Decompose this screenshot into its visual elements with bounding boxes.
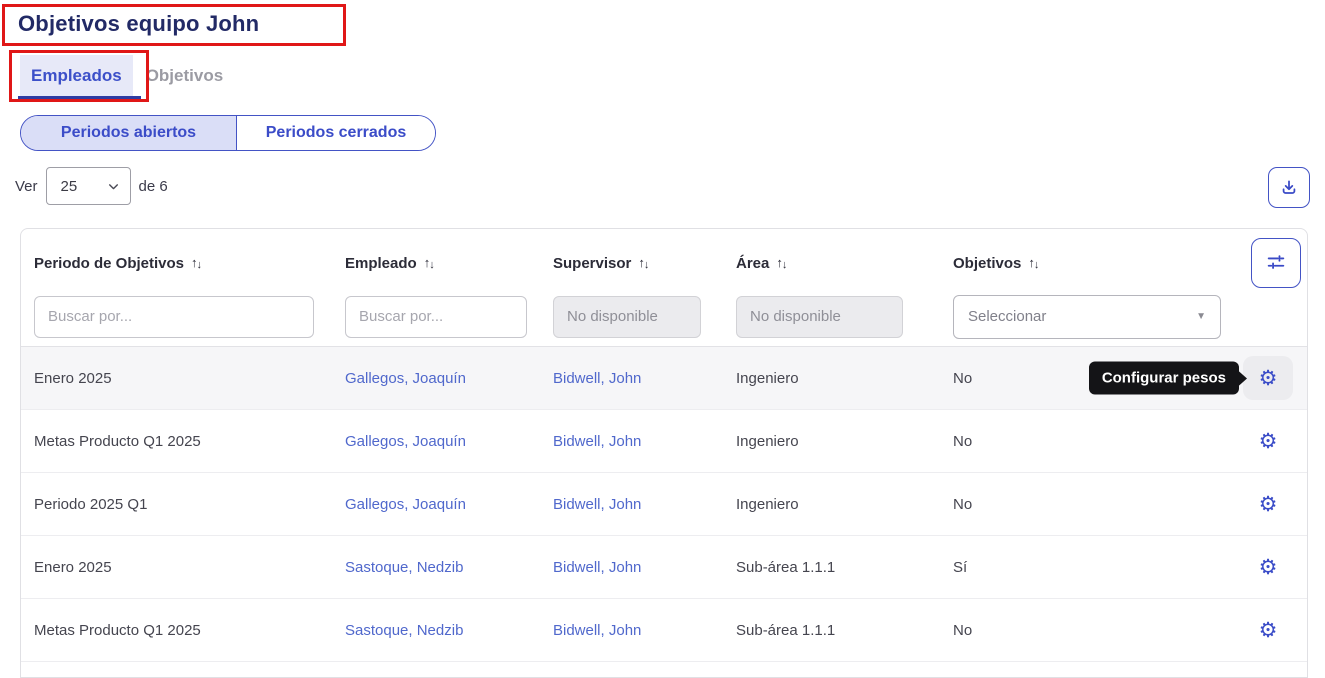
active-tab-underline <box>18 96 141 101</box>
table-row[interactable]: Metas Producto Q1 2025 Gallegos, Joaquín… <box>21 410 1307 473</box>
cell-supervisor-link[interactable]: Bidwell, John <box>541 370 724 387</box>
sort-icon[interactable]: ↑↓ <box>638 256 649 271</box>
cell-supervisor-link[interactable]: Bidwell, John <box>541 496 724 513</box>
gear-icon: ⚙ <box>1259 431 1278 452</box>
download-icon <box>1279 178 1299 198</box>
dropdown-arrow-icon: ▼ <box>1196 311 1206 322</box>
sort-icon[interactable]: ↑↓ <box>776 256 787 271</box>
filter-input-area <box>736 296 903 338</box>
row-actions: ⚙ <box>1241 599 1307 661</box>
cell-area: Ingeniero <box>724 433 941 450</box>
cell-area: Ingeniero <box>724 370 941 387</box>
cell-objetivos: Sí <box>941 559 1241 576</box>
gear-icon: ⚙ <box>1259 557 1278 578</box>
period-toggle: Periodos abiertos Periodos cerrados <box>20 115 436 151</box>
total-count-label: de 6 <box>139 178 168 195</box>
gear-icon: ⚙ <box>1259 368 1278 389</box>
cell-area: Sub-área 1.1.1 <box>724 622 941 639</box>
table-row[interactable]: Enero 2025 Sastoque, Nedzib Bidwell, Joh… <box>21 536 1307 599</box>
sort-icon[interactable]: ↑↓ <box>1028 256 1039 271</box>
chevron-down-icon <box>107 180 120 193</box>
row-actions: Configurar pesos ⚙ <box>1241 347 1307 409</box>
toggle-periodos-cerrados[interactable]: Periodos cerrados <box>237 116 435 150</box>
column-header-empleado[interactable]: Empleado ↑↓ <box>333 255 541 272</box>
filter-input-supervisor <box>553 296 701 338</box>
gear-icon: ⚙ <box>1259 620 1278 641</box>
table-row[interactable]: Metas Producto Q1 2025 Sastoque, Nedzib … <box>21 599 1307 662</box>
cell-area: Sub-área 1.1.1 <box>724 559 941 576</box>
gear-icon: ⚙ <box>1259 494 1278 515</box>
sliders-icon <box>1265 252 1287 274</box>
configure-weights-button[interactable]: ⚙ <box>1243 356 1293 400</box>
page-title: Objetivos equipo John <box>18 11 259 37</box>
configure-weights-button[interactable]: ⚙ <box>1243 482 1293 526</box>
filter-input-periodo[interactable] <box>34 296 314 338</box>
cell-periodo: Enero 2025 <box>21 559 333 576</box>
configure-weights-button[interactable]: ⚙ <box>1243 608 1293 652</box>
table-row[interactable]: Enero 2025 Gallegos, Joaquín Bidwell, Jo… <box>21 347 1307 410</box>
cell-objetivos: No <box>941 433 1241 450</box>
configure-weights-button[interactable]: ⚙ <box>1243 545 1293 589</box>
configure-weights-tooltip: Configurar pesos <box>1089 362 1239 395</box>
cell-periodo: Metas Producto Q1 2025 <box>21 622 333 639</box>
table-filter-row: Seleccionar ▼ <box>21 287 1307 347</box>
cell-empleado-link[interactable]: Sastoque, Nedzib <box>333 559 541 576</box>
cell-supervisor-link[interactable]: Bidwell, John <box>541 622 724 639</box>
sort-icon[interactable]: ↑↓ <box>191 256 202 271</box>
configure-weights-button[interactable]: ⚙ <box>1243 419 1293 463</box>
cell-supervisor-link[interactable]: Bidwell, John <box>541 433 724 450</box>
tab-empleados[interactable]: Empleados <box>20 55 133 97</box>
download-button[interactable] <box>1268 167 1310 208</box>
cell-empleado-link[interactable]: Gallegos, Joaquín <box>333 433 541 450</box>
page: Objetivos equipo John Empleados Objetivo… <box>0 0 1325 678</box>
row-actions: ⚙ <box>1241 473 1307 535</box>
page-size-select[interactable]: 25 <box>46 167 131 205</box>
cell-supervisor-link[interactable]: Bidwell, John <box>541 559 724 576</box>
column-settings-button[interactable] <box>1251 238 1301 288</box>
page-size-value: 25 <box>61 178 78 195</box>
sort-icon[interactable]: ↑↓ <box>424 256 435 271</box>
toggle-periodos-abiertos[interactable]: Periodos abiertos <box>21 116 237 150</box>
ver-label: Ver <box>15 178 38 195</box>
cell-empleado-link[interactable]: Sastoque, Nedzib <box>333 622 541 639</box>
row-actions: ⚙ <box>1241 410 1307 472</box>
cell-periodo: Metas Producto Q1 2025 <box>21 433 333 450</box>
cell-objetivos: No <box>941 622 1241 639</box>
pagination-bar: Ver 25 de 6 <box>15 166 168 206</box>
column-header-supervisor[interactable]: Supervisor ↑↓ <box>541 255 724 272</box>
filter-input-empleado[interactable] <box>345 296 527 338</box>
cell-empleado-link[interactable]: Gallegos, Joaquín <box>333 496 541 513</box>
column-header-area[interactable]: Área ↑↓ <box>724 255 941 272</box>
tab-objetivos[interactable]: Objetivos <box>136 55 233 97</box>
table-row[interactable]: Periodo 2025 Q1 Gallegos, Joaquín Bidwel… <box>21 473 1307 536</box>
row-actions: ⚙ <box>1241 536 1307 598</box>
cell-empleado-link[interactable]: Gallegos, Joaquín <box>333 370 541 387</box>
cell-area: Ingeniero <box>724 496 941 513</box>
partial-row <box>21 662 1307 678</box>
filter-select-objetivos[interactable]: Seleccionar ▼ <box>953 295 1221 339</box>
table-header-row: Periodo de Objetivos ↑↓ Empleado ↑↓ Supe… <box>21 229 1307 287</box>
cell-periodo: Periodo 2025 Q1 <box>21 496 333 513</box>
column-header-periodo[interactable]: Periodo de Objetivos ↑↓ <box>21 255 333 272</box>
tab-bar: Empleados Objetivos <box>20 55 233 97</box>
column-header-objetivos[interactable]: Objetivos ↑↓ <box>941 255 1241 272</box>
cell-objetivos: No <box>941 496 1241 513</box>
cell-periodo: Enero 2025 <box>21 370 333 387</box>
employees-table: Periodo de Objetivos ↑↓ Empleado ↑↓ Supe… <box>20 228 1308 678</box>
